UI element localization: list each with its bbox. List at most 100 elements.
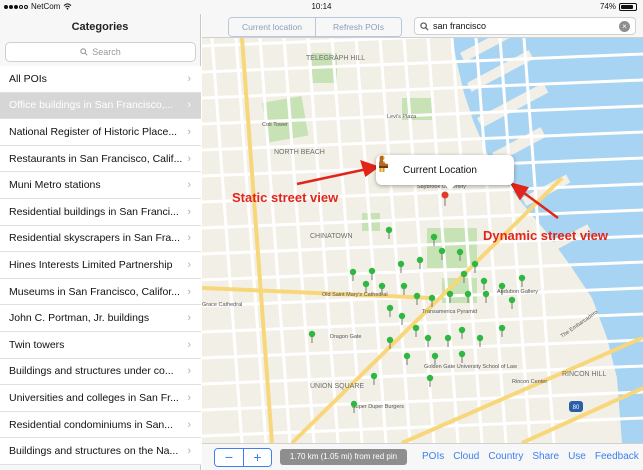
category-item[interactable]: Residential condominiums in San... › [0,411,201,439]
link-pois[interactable]: POIs [422,451,444,462]
map-label-rincon-center: Rincon Center [512,379,547,385]
zoom-out-button[interactable]: − [215,449,243,466]
category-item[interactable]: Residential skyscrapers in San Fra... › [0,225,201,253]
map-label-telegraph-hill: TELEGRAPH HILL [306,55,365,62]
battery-percent: 74% [599,2,616,11]
map-label-union-square: UNION SQUARE [310,383,364,390]
category-item[interactable]: National Register of Historic Place... › [0,119,201,146]
chevron-right-icon: › [187,338,191,351]
category-item[interactable]: Office buildings in San Francisco,... › [0,92,201,120]
category-item[interactable]: Residential buildings in San Franci... › [0,198,201,226]
category-item[interactable]: Buildings and structures on the Na... › [0,438,201,465]
category-list: All POIs › Office buildings in San Francis… [0,66,201,465]
map-label-audubon: Audubon Gallery [497,289,538,295]
chevron-right-icon: › [187,312,191,325]
category-item-label: National Register of Historic Place... [9,125,178,138]
bottom-links: POIs Cloud Country Share Use Feedback [422,451,639,462]
bottom-toolbar: − + 1.70 km (1.05 mi) from red pin POIs C… [202,443,643,470]
chevron-right-icon: › [187,99,191,112]
category-item[interactable]: Twin towers › [0,331,201,359]
dynamic-street-view-icon[interactable] [376,155,390,169]
category-item-label: Buildings and structures on the Na... [9,445,179,458]
map-label-rincon-hill: RINCON HILL [562,371,606,378]
chevron-right-icon: › [187,445,191,458]
category-item-label: Muni Metro stations [9,179,101,192]
status-bar: NetCom 10:14 74% [0,0,643,14]
poi-pin[interactable] [426,374,434,387]
poi-pin[interactable] [308,330,316,343]
poi-pin[interactable] [480,277,488,290]
app-root: NetCom 10:14 74% Categories Search All P… [0,0,643,470]
category-item[interactable]: Universities and colleges in San Fr... › [0,385,201,412]
map-label-chinatown: CHINATOWN [310,233,353,240]
poi-pin[interactable] [458,350,466,363]
category-item-label: Museums in San Francisco, Califor... [9,285,180,298]
poi-pin[interactable] [508,296,516,309]
poi-pin[interactable] [385,226,393,239]
location-segmented-control: Current location Refresh POIs [228,17,402,37]
map-label-the-embarcadero: The Embarcadero [560,309,600,339]
category-item-label: All POIs [9,72,47,85]
clear-search-icon[interactable]: × [619,21,630,32]
link-feedback[interactable]: Feedback [595,451,639,462]
category-item[interactable]: All POIs › [0,66,201,93]
category-item[interactable]: Hines Interests Limited Partnership › [0,252,201,279]
battery-info: 74% [600,2,637,11]
annotation-static-street-view: Static street view [232,190,339,205]
map-toolbar: Current location Refresh POIs san franci… [202,14,643,38]
link-share[interactable]: Share [532,451,559,462]
chevron-right-icon: › [187,418,191,431]
zoom-control: − + [214,448,272,467]
poi-pin[interactable] [458,326,466,339]
svg-text:80: 80 [573,405,580,411]
category-item-label: Residential buildings in San Franci... [9,205,179,218]
category-item-label: Buildings and structures under co... [9,365,174,378]
map-label-old-st-marys: Old Saint Mary's Cathedral [322,292,388,298]
chevron-right-icon: › [187,205,191,218]
category-search-placeholder: Search [92,47,121,57]
category-item-label: Office buildings in San Francisco,... [9,99,174,112]
map-label-north-beach: NORTH BEACH [274,149,325,156]
category-item-label: Twin towers [9,338,65,351]
current-location-button[interactable]: Current location [229,18,315,36]
refresh-pois-button[interactable]: Refresh POIs [315,18,401,36]
map-search-field[interactable]: san francisco × [414,17,636,35]
poi-pin[interactable] [400,282,408,295]
distance-readout: 1.70 km (1.05 mi) from red pin [280,449,407,465]
category-item[interactable]: Museums in San Francisco, Califor... › [0,278,201,306]
red-pin[interactable] [441,191,449,207]
link-use[interactable]: Use [568,451,586,462]
sidebar-title: Categories [71,21,129,33]
chevron-right-icon: › [187,232,191,245]
poi-pin[interactable] [370,372,378,385]
zoom-in-button[interactable]: + [243,449,271,466]
clock: 10:14 [311,2,332,11]
category-item-label: Residential condominiums in San... [9,418,174,431]
category-item[interactable]: Restaurants in San Francisco, Calif... › [0,145,201,173]
poi-pin[interactable] [412,324,420,337]
chevron-right-icon: › [187,365,191,378]
chevron-right-icon: › [187,285,191,298]
poi-pin[interactable] [482,290,490,303]
poi-pin[interactable] [386,304,394,317]
chevron-right-icon: › [187,179,191,192]
callout-label: Current Location [403,164,477,176]
link-cloud[interactable]: Cloud [453,451,479,462]
categories-sidebar: Categories Search All POIs › Office buildi… [0,14,201,470]
map-view[interactable]: NORTH BEACH CHINATOWN UNION SQUARE RINCO… [202,38,643,443]
map-label-super-duper: Super Duper Burgers [352,404,404,410]
battery-icon [619,2,637,11]
category-item[interactable]: John C. Portman, Jr. buildings › [0,305,201,332]
category-search-field[interactable]: Search [5,42,196,62]
chevron-right-icon: › [187,125,191,138]
freeway-80-shield: 80 [569,401,583,412]
poi-pin[interactable] [498,324,506,337]
map-label-dragon-gate: Dragon Gate [330,334,362,340]
category-item[interactable]: Muni Metro stations › [0,172,201,199]
link-country[interactable]: Country [488,451,523,462]
category-item-label: Residential skyscrapers in San Fra... [9,232,180,245]
category-item[interactable]: Buildings and structures under co... › [0,358,201,386]
current-location-callout[interactable]: Current Location [376,155,514,190]
category-item-label: John C. Portman, Jr. buildings [9,312,150,325]
category-item-label: Restaurants in San Francisco, Calif... [9,152,183,165]
